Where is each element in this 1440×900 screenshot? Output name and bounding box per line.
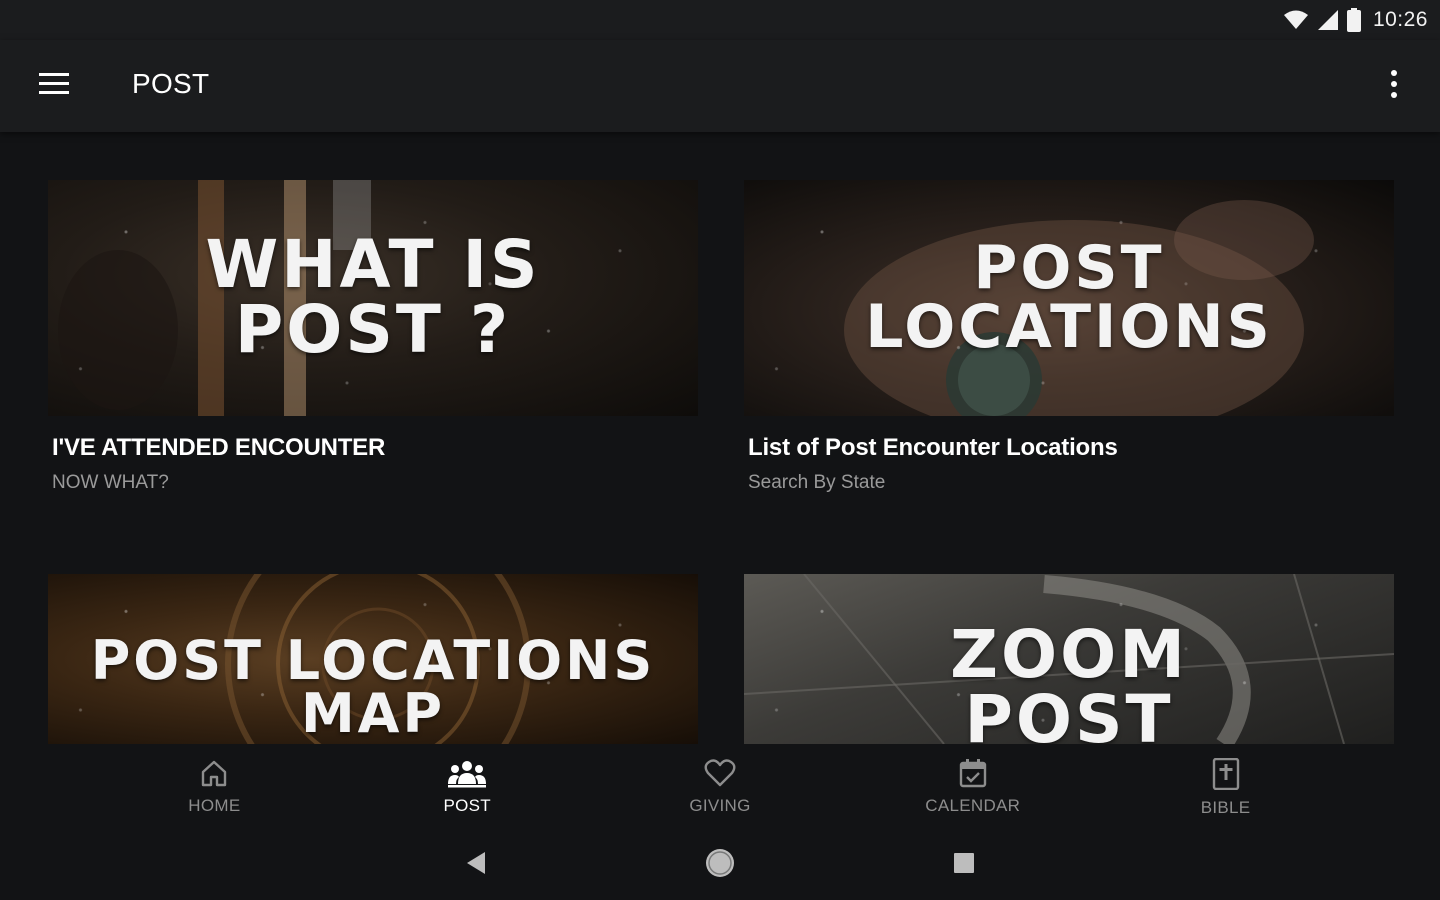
content-grid: WHAT IS POST ? I'VE ATTENDED ENCOUNTER N… xyxy=(0,132,1440,744)
menu-button[interactable] xyxy=(26,62,82,110)
nav-label: HOME xyxy=(188,796,241,815)
card-image-text: WHAT IS POST ? xyxy=(205,226,541,368)
page-title: POST xyxy=(132,68,210,99)
calendar-icon xyxy=(958,758,988,788)
recents-icon xyxy=(953,852,975,879)
status-bar: 10:26 xyxy=(0,0,1440,40)
more-vert-icon xyxy=(1390,69,1398,104)
bible-icon xyxy=(1212,758,1240,790)
card-post-locations[interactable]: POST LOCATIONS List of Post Encounter Lo… xyxy=(744,180,1394,494)
status-time: 10:26 xyxy=(1372,8,1428,31)
nav-item-bible[interactable]: BIBLE xyxy=(1151,758,1301,818)
hamburger-menu-icon xyxy=(39,72,69,100)
heart-icon xyxy=(704,758,736,788)
card-post-locations-map[interactable]: POST LOCATIONS MAP xyxy=(48,574,698,744)
nav-label: CALENDAR xyxy=(925,796,1021,815)
card-image-text: POST LOCATIONS xyxy=(865,233,1273,362)
card-image-text: POST LOCATIONS MAP xyxy=(90,629,656,744)
card-image: POST LOCATIONS MAP xyxy=(48,574,698,744)
app-bar: POST xyxy=(0,40,1440,132)
home-circle-icon xyxy=(704,847,736,884)
nav-item-post[interactable]: POST xyxy=(392,758,542,816)
bottom-navigation: HOME POST GIVING CALENDAR BIBLE xyxy=(0,744,1440,830)
card-what-is-post[interactable]: WHAT IS POST ? I'VE ATTENDED ENCOUNTER N… xyxy=(48,180,698,494)
system-navigation-bar xyxy=(0,830,1440,900)
card-subtitle: NOW WHAT? xyxy=(52,472,169,493)
nav-item-calendar[interactable]: CALENDAR xyxy=(898,758,1048,816)
card-image: WHAT IS POST ? xyxy=(48,180,698,416)
app-root: 10:26 POST WHAT IS POST ? I'VE ATTENDED … xyxy=(0,0,1440,900)
group-icon xyxy=(447,758,487,788)
nav-label: GIVING xyxy=(689,796,751,815)
card-image: POST LOCATIONS xyxy=(744,180,1394,416)
nav-label: POST xyxy=(443,796,491,815)
card-zoom-post[interactable]: ZOOM POST xyxy=(744,574,1394,744)
nav-item-giving[interactable]: GIVING xyxy=(645,758,795,816)
card-subtitle: Search By State xyxy=(748,472,886,493)
overflow-menu-button[interactable] xyxy=(1372,64,1416,108)
battery-icon xyxy=(1346,8,1361,32)
nav-item-home[interactable]: HOME xyxy=(139,758,289,816)
wifi-icon xyxy=(1283,9,1309,31)
card-image: ZOOM POST xyxy=(744,574,1394,744)
system-recents-button[interactable] xyxy=(942,843,986,887)
nav-label: BIBLE xyxy=(1200,798,1251,817)
system-home-button[interactable] xyxy=(698,843,742,887)
back-icon xyxy=(465,851,487,880)
cell-signal-icon xyxy=(1317,9,1339,31)
card-title: I'VE ATTENDED ENCOUNTER xyxy=(52,434,386,461)
card-title: List of Post Encounter Locations xyxy=(748,434,1118,461)
system-back-button[interactable] xyxy=(454,843,498,887)
card-image-text: ZOOM POST xyxy=(950,616,1188,744)
home-icon xyxy=(199,758,229,788)
